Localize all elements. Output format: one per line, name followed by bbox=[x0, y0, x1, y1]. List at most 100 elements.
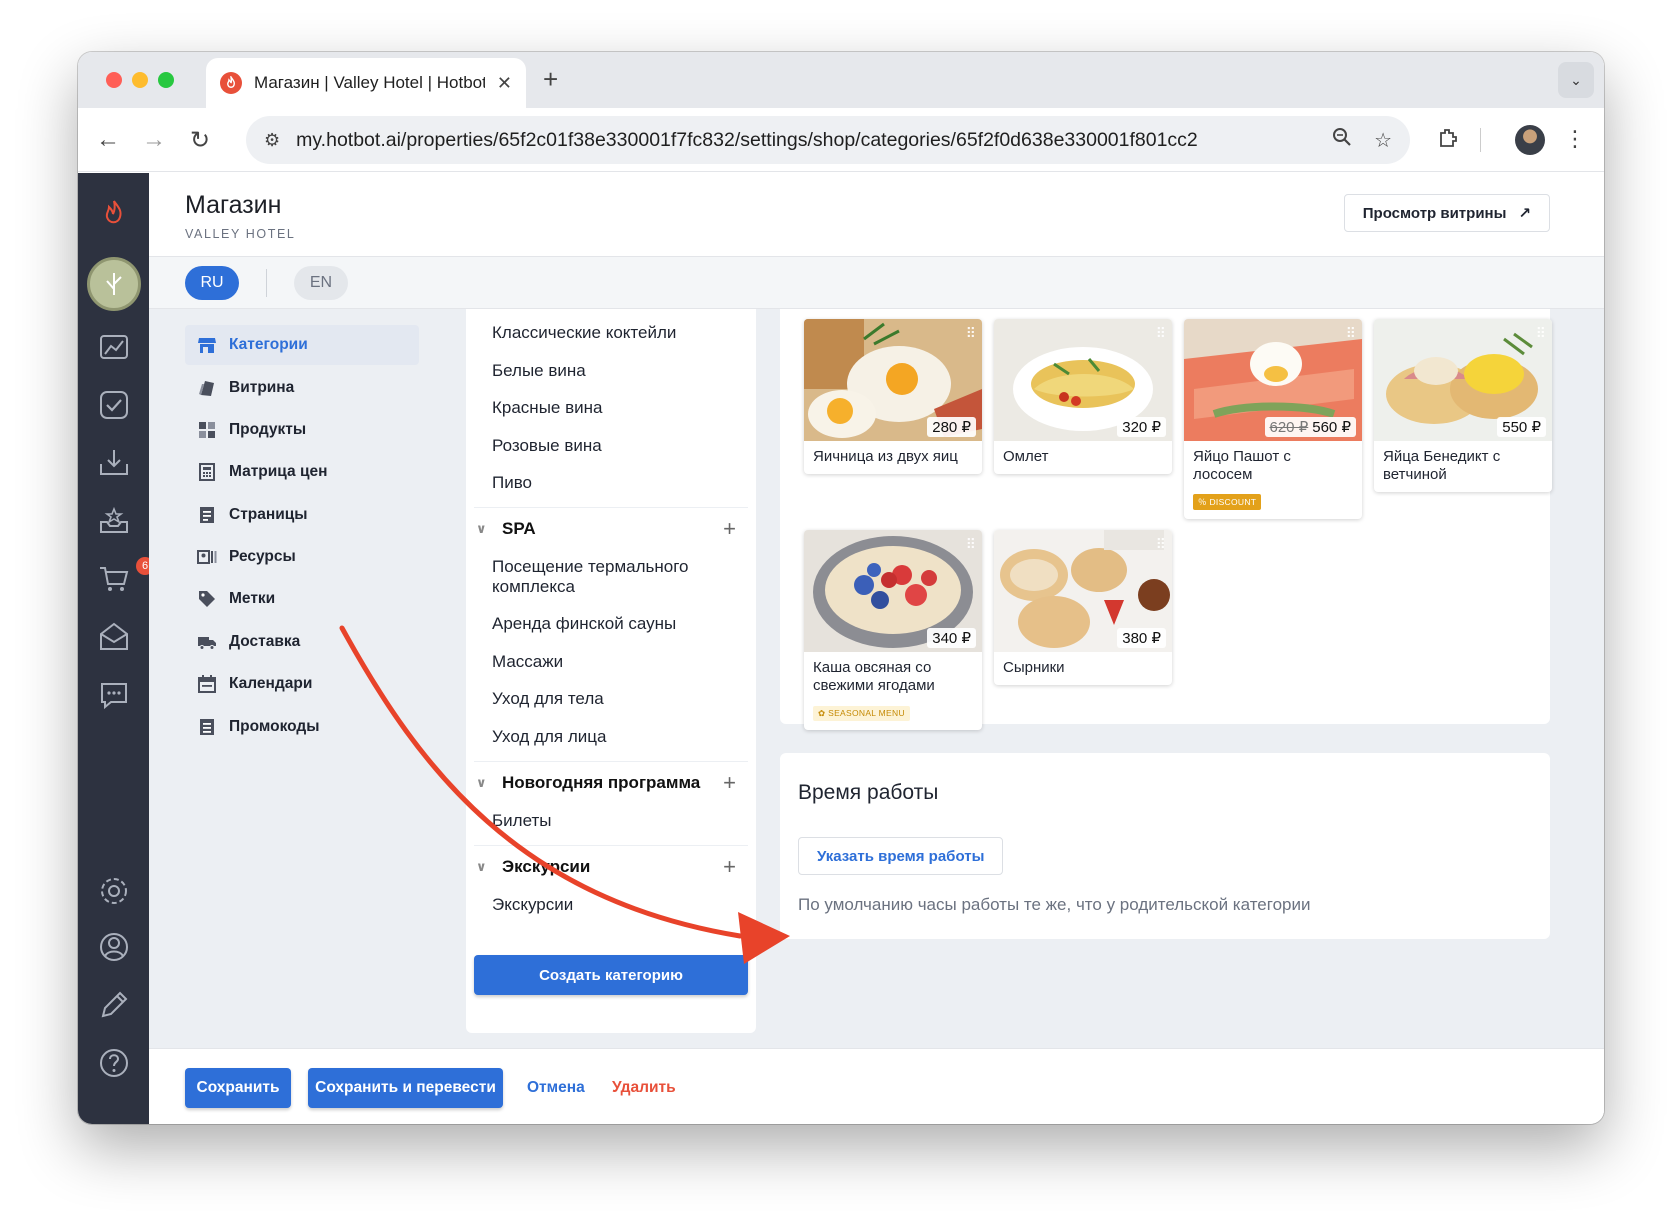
back-icon[interactable]: ← bbox=[94, 126, 122, 154]
product-name: Яйца Бенедикт с ветчиной bbox=[1383, 448, 1501, 483]
create-category-button[interactable]: Создать категорию bbox=[474, 955, 748, 995]
reload-icon[interactable]: ↻ bbox=[186, 126, 214, 154]
chat-icon[interactable] bbox=[96, 677, 132, 713]
category-link[interactable]: Красные вина bbox=[492, 398, 722, 418]
property-avatar[interactable] bbox=[87, 257, 141, 311]
page-header: Магазин VALLEY HOTEL Просмотр витрины ↗ bbox=[149, 173, 1604, 257]
products-icon bbox=[197, 420, 217, 440]
category-link[interactable]: Массажи bbox=[492, 652, 722, 672]
drag-handle-icon[interactable]: ⠿ bbox=[966, 536, 976, 553]
product-card[interactable]: ⠿ 340 ₽ Каша овсяная со свежими ягодами … bbox=[804, 530, 982, 730]
language-en-button[interactable]: EN bbox=[294, 266, 348, 300]
more-menu-icon[interactable]: ⋮ bbox=[1564, 126, 1586, 152]
mail-upload-icon[interactable] bbox=[96, 619, 132, 655]
category-link[interactable]: Классические коктейли bbox=[492, 323, 722, 343]
product-price: 620 ₽560 ₽ bbox=[1264, 417, 1356, 437]
language-divider bbox=[266, 269, 267, 297]
menu-item-calendars[interactable]: Календари bbox=[185, 664, 419, 704]
language-ru-button[interactable]: RU bbox=[185, 266, 239, 300]
category-link[interactable]: Пиво bbox=[492, 473, 722, 493]
category-link[interactable]: Аренда финской сауны bbox=[492, 614, 722, 634]
tasks-check-icon[interactable] bbox=[96, 387, 132, 423]
new-tab-icon[interactable]: + bbox=[543, 64, 558, 95]
add-subcategory-icon[interactable]: + bbox=[723, 516, 736, 542]
tab-strip: Магазин | Valley Hotel | Hotbot ✕ + ⌄ bbox=[78, 52, 1604, 108]
zoom-icon[interactable] bbox=[1332, 127, 1352, 153]
browser-tab[interactable]: Магазин | Valley Hotel | Hotbot ✕ bbox=[206, 58, 526, 108]
tag-icon bbox=[197, 589, 217, 609]
working-hours-note: По умолчанию часы работы те же, что у ро… bbox=[798, 895, 1311, 914]
category-group-spa[interactable]: ∨ SPA + bbox=[476, 509, 746, 549]
product-image: ⠿ 550 ₽ bbox=[1374, 319, 1552, 441]
preview-storefront-button[interactable]: Просмотр витрины ↗ bbox=[1343, 194, 1550, 232]
shop-cart-icon[interactable]: 6 bbox=[96, 557, 154, 597]
menu-item-products[interactable]: Продукты bbox=[185, 410, 419, 450]
category-group-excursions[interactable]: ∨ Экскурсии + bbox=[476, 847, 746, 887]
menu-item-tags[interactable]: Метки bbox=[185, 579, 419, 619]
tab-search-chevron-icon[interactable]: ⌄ bbox=[1558, 62, 1594, 98]
category-link[interactable]: Уход для тела bbox=[492, 689, 722, 709]
chevron-down-icon[interactable]: ∨ bbox=[476, 859, 502, 875]
profile-avatar[interactable] bbox=[1515, 125, 1545, 155]
product-card[interactable]: ⠿ 380 ₽ Сырники bbox=[994, 530, 1172, 685]
product-image: ⠿ 320 ₽ bbox=[994, 319, 1172, 441]
extensions-icon[interactable] bbox=[1436, 126, 1460, 156]
category-link[interactable]: Экскурсии bbox=[492, 895, 722, 915]
save-button[interactable]: Сохранить bbox=[185, 1068, 291, 1108]
chevron-down-icon[interactable]: ∨ bbox=[476, 775, 502, 791]
category-divider bbox=[474, 845, 748, 846]
account-user-icon[interactable] bbox=[96, 929, 132, 965]
chevron-down-icon[interactable]: ∨ bbox=[476, 521, 502, 537]
cancel-button[interactable]: Отмена bbox=[527, 1079, 585, 1097]
product-name: Каша овсяная со свежими ягодами bbox=[813, 659, 935, 694]
inbox-download-icon[interactable] bbox=[96, 445, 132, 481]
product-card[interactable]: ⠿ 280 ₽ Яичница из двух яиц bbox=[804, 319, 982, 474]
product-card[interactable]: ⠿ 620 ₽560 ₽ Яйцо Пашот с лососем ％ DISC… bbox=[1184, 319, 1362, 519]
pages-icon bbox=[197, 505, 217, 525]
category-link[interactable]: Розовые вина bbox=[492, 436, 722, 456]
save-and-translate-button[interactable]: Сохранить и перевести bbox=[308, 1068, 503, 1108]
drag-handle-icon[interactable]: ⠿ bbox=[1536, 325, 1546, 342]
drag-handle-icon[interactable]: ⠿ bbox=[1156, 325, 1166, 342]
edit-pencil-icon[interactable] bbox=[96, 987, 132, 1023]
category-tree: Классические коктейли Белые вина Красные… bbox=[466, 309, 756, 1033]
category-group-new-year[interactable]: ∨ Новогодняя программа + bbox=[476, 763, 746, 803]
set-working-hours-button[interactable]: Указать время работы bbox=[798, 837, 1004, 875]
bookmark-star-icon[interactable]: ☆ bbox=[1374, 128, 1392, 153]
settings-gear-icon[interactable] bbox=[96, 873, 132, 909]
menu-item-resources[interactable]: Ресурсы bbox=[185, 537, 419, 577]
site-settings-icon[interactable]: ⚙ bbox=[264, 130, 280, 151]
menu-item-promocodes[interactable]: Промокоды bbox=[185, 707, 419, 747]
drag-handle-icon[interactable]: ⠿ bbox=[966, 325, 976, 342]
menu-item-categories[interactable]: Категории bbox=[185, 325, 419, 365]
menu-item-pages[interactable]: Страницы bbox=[185, 495, 419, 535]
help-icon[interactable] bbox=[96, 1045, 132, 1081]
product-card[interactable]: ⠿ 550 ₽ Яйца Бенедикт с ветчиной bbox=[1374, 319, 1552, 492]
product-card[interactable]: ⠿ 320 ₽ Омлет bbox=[994, 319, 1172, 474]
menu-item-price-matrix[interactable]: Матрица цен bbox=[185, 452, 419, 492]
tab-close-icon[interactable]: ✕ bbox=[497, 73, 512, 94]
hotbot-logo-icon[interactable] bbox=[96, 195, 132, 231]
url-text[interactable]: my.hotbot.ai/properties/65f2c01f38e33000… bbox=[296, 129, 1310, 152]
inbox-star-icon[interactable] bbox=[96, 503, 132, 539]
menu-item-delivery[interactable]: Доставка bbox=[185, 622, 419, 662]
minimize-window-button[interactable] bbox=[132, 72, 148, 88]
close-window-button[interactable] bbox=[106, 72, 122, 88]
category-link[interactable]: Белые вина bbox=[492, 361, 722, 381]
product-price: 320 ₽ bbox=[1117, 417, 1166, 437]
add-subcategory-icon[interactable]: + bbox=[723, 770, 736, 796]
main-sidebar: 6 bbox=[78, 173, 154, 1124]
zoom-window-button[interactable] bbox=[158, 72, 174, 88]
analytics-icon[interactable] bbox=[96, 329, 132, 365]
category-link[interactable]: Билеты bbox=[492, 811, 722, 831]
address-bar[interactable]: ⚙ my.hotbot.ai/properties/65f2c01f38e330… bbox=[246, 116, 1410, 164]
drag-handle-icon[interactable]: ⠿ bbox=[1156, 536, 1166, 553]
category-link[interactable]: Посещение термального комплекса bbox=[492, 557, 722, 597]
forward-icon[interactable]: → bbox=[140, 126, 168, 154]
drag-handle-icon[interactable]: ⠿ bbox=[1346, 325, 1356, 342]
delete-button[interactable]: Удалить bbox=[612, 1079, 676, 1097]
add-subcategory-icon[interactable]: + bbox=[723, 854, 736, 880]
category-link[interactable]: Уход для лица bbox=[492, 727, 722, 747]
product-image: ⠿ 620 ₽560 ₽ bbox=[1184, 319, 1362, 441]
menu-item-showcase[interactable]: Витрина bbox=[185, 368, 419, 408]
